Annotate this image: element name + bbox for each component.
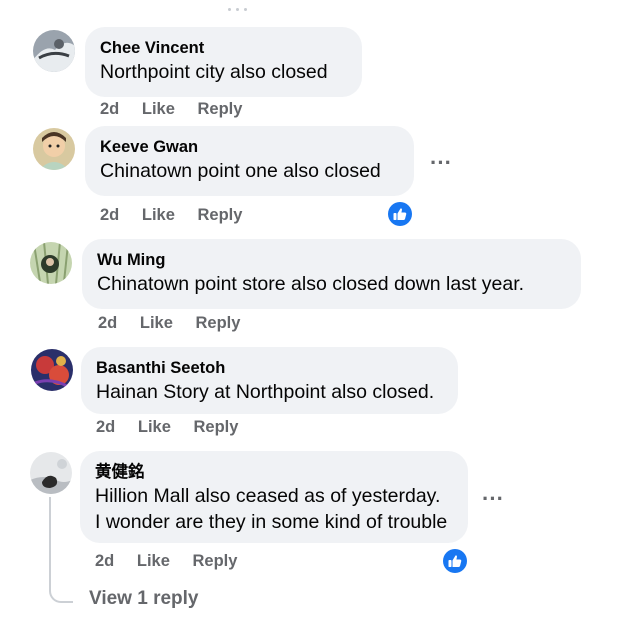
comment-author[interactable]: Keeve Gwan <box>100 136 400 158</box>
avatar[interactable] <box>30 452 72 494</box>
comment-actions: 2d Like Reply <box>100 206 260 225</box>
comment-text: Chinatown point one also closed <box>100 160 381 182</box>
thread-connector-line <box>49 497 73 603</box>
comment-bubble: 黄健銘 Hillion Mall also ceased as of yeste… <box>80 451 468 543</box>
comment-text-line: I wonder are they in some kind of troubl… <box>95 511 448 533</box>
top-ellipsis-icon <box>225 6 249 14</box>
comment-bubble: Keeve Gwan Chinatown point one also clos… <box>85 126 414 196</box>
comment-author[interactable]: Chee Vincent <box>100 37 348 59</box>
more-options-icon[interactable]: ··· <box>430 152 452 174</box>
comment-text: Hainan Story at Northpoint also closed. <box>96 381 435 403</box>
comment-timestamp[interactable]: 2d <box>96 418 115 436</box>
like-button[interactable]: Like <box>137 552 170 570</box>
comment-timestamp[interactable]: 2d <box>98 314 117 332</box>
comment-timestamp[interactable]: 2d <box>95 552 114 570</box>
avatar[interactable] <box>33 128 75 170</box>
thumbs-up-icon[interactable] <box>388 202 412 226</box>
comment-author[interactable]: Wu Ming <box>97 249 567 271</box>
comment-text-line: Hillion Mall also ceased as of yesterday… <box>95 485 441 507</box>
comment-actions: 2d Like Reply <box>95 552 255 571</box>
thumbs-up-icon[interactable] <box>443 549 467 573</box>
comment-actions: 2d Like Reply <box>96 418 256 437</box>
comment-bubble: Chee Vincent Northpoint city also closed <box>85 27 362 97</box>
like-button[interactable]: Like <box>138 418 171 436</box>
comment-bubble: Basanthi Seetoh Hainan Story at Northpoi… <box>81 347 458 414</box>
comment-timestamp[interactable]: 2d <box>100 206 119 224</box>
like-button[interactable]: Like <box>142 100 175 118</box>
like-button[interactable]: Like <box>142 206 175 224</box>
reply-button[interactable]: Reply <box>193 418 238 436</box>
reply-button[interactable]: Reply <box>197 100 242 118</box>
avatar[interactable] <box>33 30 75 72</box>
comment-timestamp[interactable]: 2d <box>100 100 119 118</box>
reply-button[interactable]: Reply <box>192 552 237 570</box>
comment-actions: 2d Like Reply <box>100 100 260 119</box>
reply-button[interactable]: Reply <box>195 314 240 332</box>
reply-button[interactable]: Reply <box>197 206 242 224</box>
more-options-icon[interactable]: ··· <box>482 488 504 510</box>
avatar[interactable] <box>30 242 72 284</box>
like-button[interactable]: Like <box>140 314 173 332</box>
view-replies-link[interactable]: View 1 reply <box>89 588 199 610</box>
comment-text: Chinatown point store also closed down l… <box>97 273 525 295</box>
comment-bubble: Wu Ming Chinatown point store also close… <box>82 239 581 309</box>
comment-text: Northpoint city also closed <box>100 61 328 83</box>
comment-actions: 2d Like Reply <box>98 314 258 333</box>
comment-author[interactable]: 黄健銘 <box>95 461 454 483</box>
avatar[interactable] <box>31 349 73 391</box>
comment-author[interactable]: Basanthi Seetoh <box>96 357 444 379</box>
